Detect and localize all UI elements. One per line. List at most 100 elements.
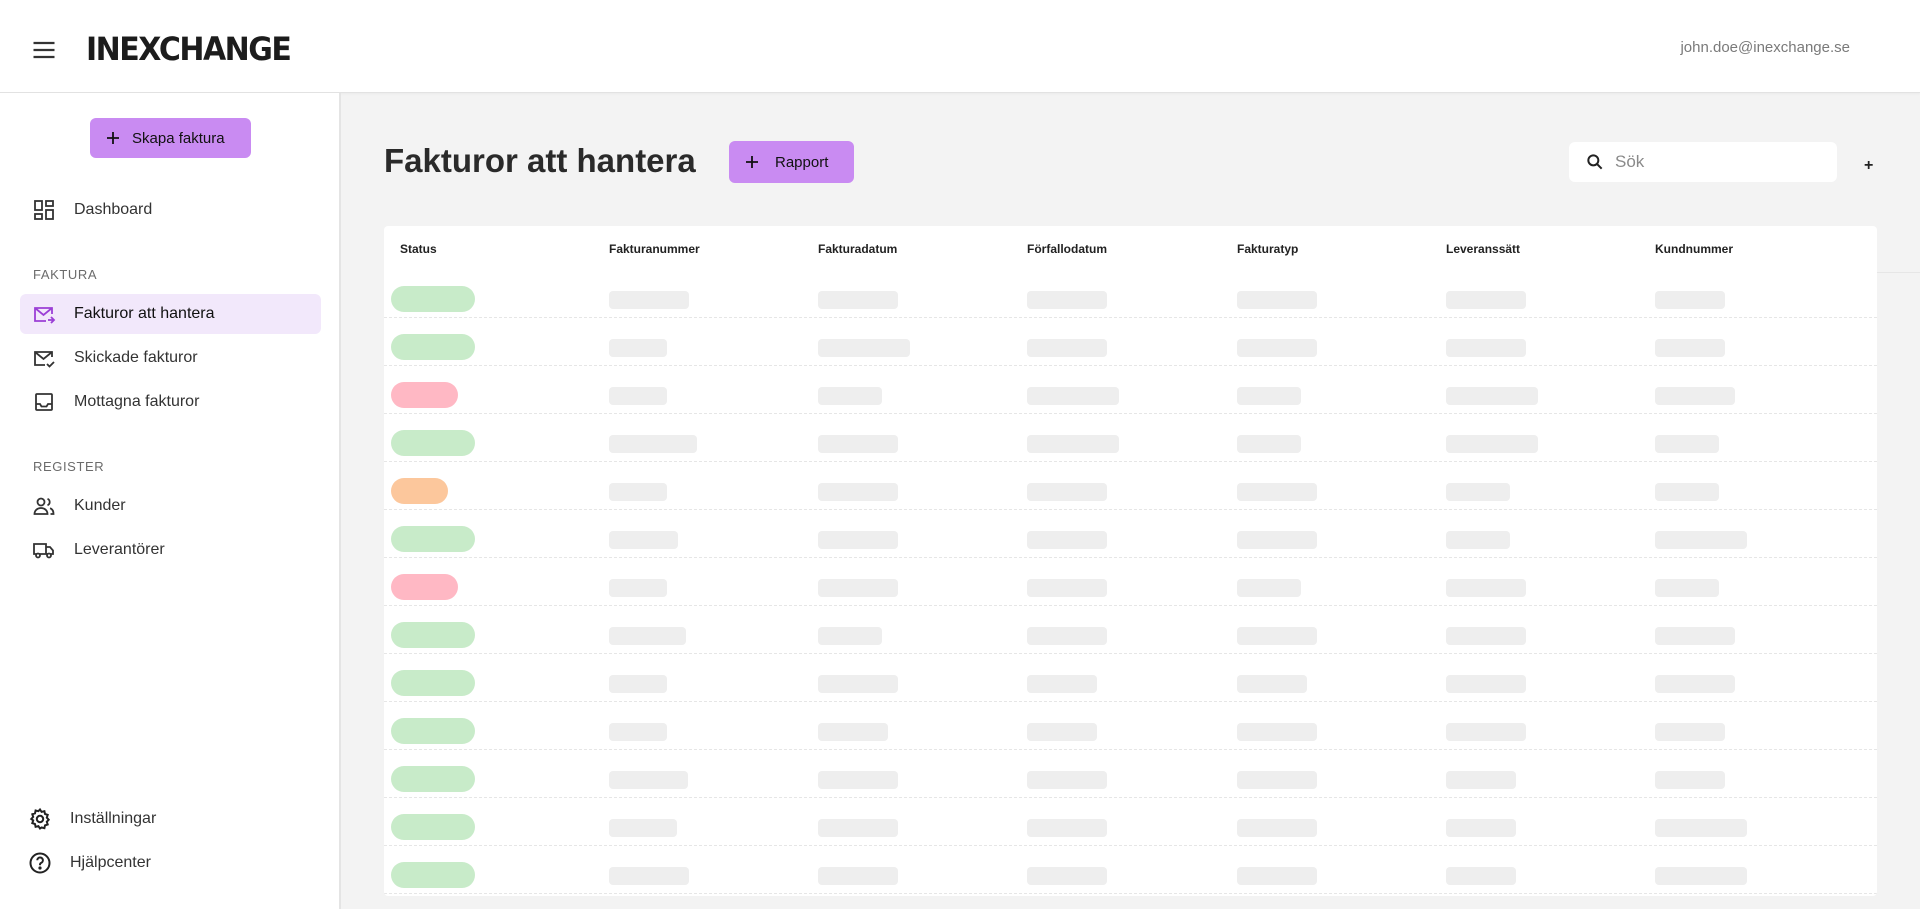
skeleton-cell (1027, 483, 1107, 501)
sidebar-item-label: Inställningar (70, 810, 157, 827)
skeleton-cell (1027, 723, 1097, 741)
skeleton-cell (1237, 723, 1317, 741)
column-header-fakturatyp[interactable]: Fakturatyp (1237, 242, 1298, 256)
column-header-fakturadatum[interactable]: Fakturadatum (818, 242, 897, 256)
mail-check-icon (34, 351, 55, 368)
report-button[interactable]: Rapport (729, 141, 854, 183)
status-badge (391, 334, 475, 360)
section-label-register: REGISTER (33, 459, 105, 474)
sidebar-item-label: Leverantörer (74, 541, 165, 558)
skeleton-cell (1655, 627, 1735, 645)
table-row[interactable] (384, 654, 1877, 702)
top-bar: INEXCHANGE john.doe@inexchange.se (0, 0, 1920, 93)
table-row[interactable] (384, 366, 1877, 414)
skeleton-cell (1446, 627, 1526, 645)
skeleton-cell (1446, 819, 1516, 837)
skeleton-cell (1237, 435, 1301, 453)
people-icon (33, 497, 55, 515)
user-email[interactable]: john.doe@inexchange.se (1680, 39, 1850, 56)
help-circle-icon (29, 852, 51, 874)
skeleton-cell (818, 483, 898, 501)
skeleton-cell (1655, 723, 1725, 741)
status-badge (391, 430, 475, 456)
skeleton-cell (1655, 291, 1725, 309)
hamburger-menu-icon[interactable] (30, 36, 58, 64)
column-header-fakturanummer[interactable]: Fakturanummer (609, 242, 700, 256)
skeleton-cell (609, 483, 667, 501)
table-row[interactable] (384, 270, 1877, 318)
column-header-kundnummer[interactable]: Kundnummer (1655, 242, 1733, 256)
skeleton-cell (818, 387, 882, 405)
report-button-label: Rapport (775, 153, 829, 171)
add-column-button[interactable]: + (1864, 157, 1873, 175)
gear-icon (29, 807, 51, 830)
column-header-forfallodatum[interactable]: Förfallodatum (1027, 242, 1107, 256)
sidebar-item-hjalpcenter[interactable]: Hjälpcenter (16, 843, 317, 883)
skeleton-cell (609, 291, 689, 309)
skeleton-cell (609, 675, 667, 693)
skeleton-cell (1027, 291, 1107, 309)
skeleton-cell (1027, 339, 1107, 357)
sidebar-item-skickade-fakturor[interactable]: Skickade fakturor (20, 338, 321, 378)
skeleton-cell (609, 819, 677, 837)
create-invoice-button[interactable]: Skapa faktura (90, 118, 251, 158)
skeleton-cell (1655, 387, 1735, 405)
app-logo[interactable]: INEXCHANGE (86, 31, 292, 69)
skeleton-cell (1446, 867, 1516, 885)
skeleton-cell (818, 723, 888, 741)
skeleton-cell (1027, 819, 1107, 837)
skeleton-cell (1446, 483, 1510, 501)
skeleton-cell (1237, 579, 1301, 597)
plus-icon (107, 132, 119, 144)
sidebar-item-installningar[interactable]: Inställningar (16, 799, 317, 839)
skeleton-cell (1446, 675, 1526, 693)
section-label-faktura: FAKTURA (33, 267, 98, 282)
table-header: Status Fakturanummer Fakturadatum Förfal… (384, 226, 1877, 270)
skeleton-cell (1027, 387, 1119, 405)
sidebar-item-label: Mottagna fakturor (74, 393, 200, 410)
column-header-leveranssatt[interactable]: Leveranssätt (1446, 242, 1520, 256)
status-badge (391, 526, 475, 552)
table-row[interactable] (384, 414, 1877, 462)
table-row[interactable] (384, 606, 1877, 654)
sidebar-item-fakturor-att-hantera[interactable]: Fakturor att hantera (20, 294, 321, 334)
table-row[interactable] (384, 798, 1877, 846)
status-badge (391, 382, 458, 408)
table-row[interactable] (384, 750, 1877, 798)
skeleton-cell (1446, 579, 1526, 597)
table-row[interactable] (384, 846, 1877, 894)
skeleton-cell (1027, 771, 1107, 789)
sidebar-item-dashboard[interactable]: Dashboard (20, 190, 321, 230)
sidebar-item-kunder[interactable]: Kunder (20, 486, 321, 526)
skeleton-cell (1655, 867, 1747, 885)
status-badge (391, 622, 475, 648)
skeleton-cell (1237, 387, 1301, 405)
mail-forward-icon (34, 307, 56, 324)
sidebar-item-leverantorer[interactable]: Leverantörer (20, 530, 321, 570)
skeleton-cell (1237, 339, 1317, 357)
invoice-table: Status Fakturanummer Fakturadatum Förfal… (384, 226, 1877, 896)
search-input[interactable] (1615, 152, 1815, 172)
skeleton-cell (1237, 819, 1317, 837)
skeleton-cell (609, 531, 678, 549)
skeleton-cell (818, 627, 882, 645)
table-row[interactable] (384, 558, 1877, 606)
sidebar-item-mottagna-fakturor[interactable]: Mottagna fakturor (20, 382, 321, 422)
skeleton-cell (1655, 483, 1719, 501)
table-row[interactable] (384, 318, 1877, 366)
status-badge (391, 718, 475, 744)
skeleton-cell (818, 771, 898, 789)
status-badge (391, 766, 475, 792)
table-row[interactable] (384, 462, 1877, 510)
skeleton-cell (1446, 291, 1526, 309)
sidebar-item-label: Dashboard (74, 201, 153, 218)
search-box[interactable] (1569, 142, 1837, 182)
skeleton-cell (1027, 579, 1107, 597)
inbox-icon (35, 393, 53, 411)
table-row[interactable] (384, 510, 1877, 558)
sidebar-item-label: Kunder (74, 497, 126, 514)
skeleton-cell (818, 675, 898, 693)
table-row[interactable] (384, 702, 1877, 750)
truck-icon (33, 543, 54, 559)
column-header-status[interactable]: Status (400, 242, 437, 256)
